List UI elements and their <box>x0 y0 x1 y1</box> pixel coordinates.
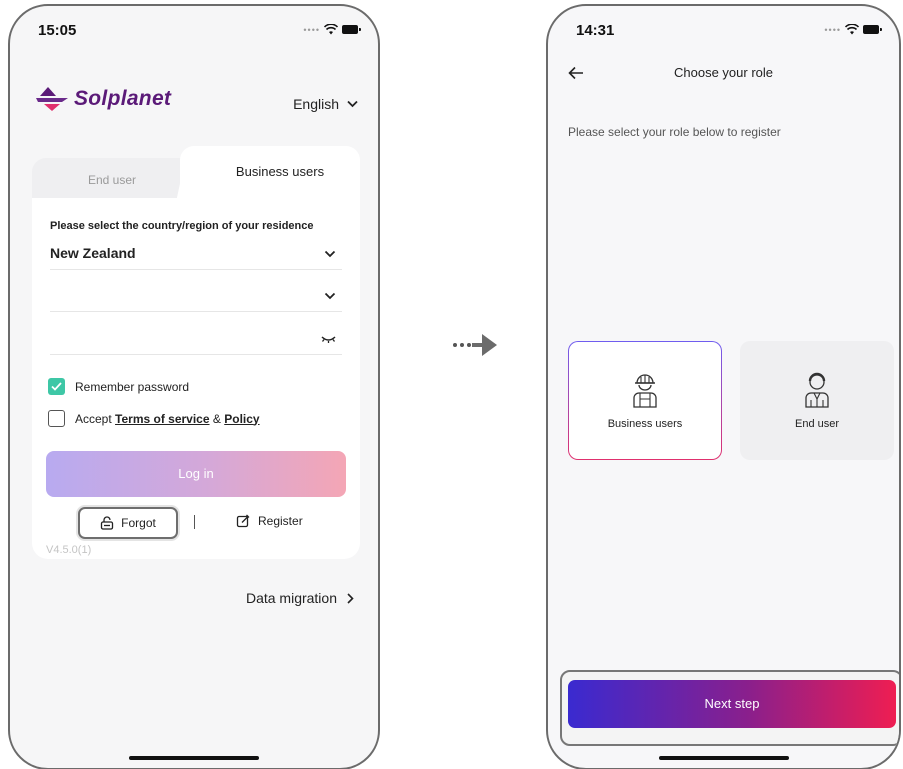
register-label: Register <box>258 514 303 528</box>
chevron-down-icon <box>347 100 358 108</box>
status-bar: 14:31 •••• <box>548 6 899 50</box>
eye-closed-icon[interactable] <box>321 333 336 345</box>
role-label: End user <box>794 417 840 430</box>
status-time: 15:05 <box>38 22 77 39</box>
forgot-button[interactable]: Forgot <box>78 507 178 539</box>
checkmark-icon <box>51 382 62 391</box>
engineer-icon <box>633 373 657 408</box>
flow-arrow-icon <box>453 334 497 356</box>
home-indicator <box>658 756 789 760</box>
wifi-icon <box>845 24 859 35</box>
accept-terms-checkbox[interactable] <box>48 410 65 427</box>
policy-link[interactable]: Policy <box>224 412 259 426</box>
account-field[interactable] <box>50 282 342 312</box>
tab-end-user[interactable]: End user <box>32 158 192 202</box>
status-time: 14:31 <box>576 22 615 39</box>
region-label: Please select the country/region of your… <box>50 220 314 232</box>
remember-password-checkbox[interactable] <box>48 378 65 395</box>
tab-business-users[interactable]: Business users <box>200 146 360 202</box>
language-selector[interactable]: English <box>293 96 358 112</box>
role-card-end-user[interactable]: End user <box>740 341 894 460</box>
separator <box>194 515 195 529</box>
choose-role-screen: 14:31 •••• Choose your role Please selec… <box>546 4 901 769</box>
register-button[interactable]: Register <box>236 514 303 528</box>
lock-icon <box>101 516 114 530</box>
region-value: New Zealand <box>50 245 136 261</box>
chevron-down-icon[interactable] <box>324 290 336 302</box>
login-card: End user Business users Please select th… <box>32 146 360 559</box>
login-button[interactable]: Log in <box>46 451 346 497</box>
battery-icon <box>342 25 361 34</box>
page-subtitle: Please select your role below to registe… <box>568 125 781 139</box>
page-title: Choose your role <box>674 65 773 80</box>
chevron-right-icon <box>347 592 354 604</box>
accept-and: & <box>212 411 221 426</box>
signal-icon: •••• <box>824 24 841 35</box>
brand-name: Solplanet <box>74 87 172 110</box>
wifi-icon <box>324 24 338 35</box>
status-bar: 15:05 •••• <box>10 6 378 50</box>
accept-terms-text: Accept Terms of service & Policy <box>75 412 260 426</box>
login-form: Please select the country/region of your… <box>32 198 360 559</box>
home-indicator <box>129 756 259 760</box>
remember-password-row[interactable]: Remember password <box>48 378 189 395</box>
remember-password-label: Remember password <box>75 379 190 394</box>
region-select[interactable]: New Zealand <box>50 240 342 270</box>
next-step-container: Next step <box>560 670 899 746</box>
signal-icon: •••• <box>303 24 320 35</box>
chevron-down-icon <box>324 250 336 258</box>
password-field[interactable] <box>50 325 342 355</box>
app-version: V4.5.0(1) <box>46 544 92 556</box>
brand-logo: Solplanet <box>34 86 171 112</box>
status-icons: •••• <box>824 24 882 35</box>
language-label: English <box>293 96 339 112</box>
user-icon <box>805 372 829 408</box>
status-icons: •••• <box>303 24 361 35</box>
solplanet-logo-icon <box>36 87 68 111</box>
data-migration-link[interactable]: Data migration <box>246 590 354 606</box>
next-step-button[interactable]: Next step <box>568 680 896 728</box>
accept-prefix: Accept <box>75 411 112 426</box>
login-screen: 15:05 •••• Solplanet English End user Bu… <box>8 4 380 769</box>
role-label: Business users <box>607 417 683 430</box>
data-migration-label: Data migration <box>245 590 337 606</box>
battery-icon <box>863 25 882 34</box>
accept-terms-row[interactable]: Accept Terms of service & Policy <box>48 410 260 427</box>
role-card-business-users[interactable]: Business users <box>568 341 722 460</box>
forgot-label: Forgot <box>121 516 156 530</box>
edit-icon <box>236 514 250 528</box>
terms-of-service-link[interactable]: Terms of service <box>115 412 210 426</box>
